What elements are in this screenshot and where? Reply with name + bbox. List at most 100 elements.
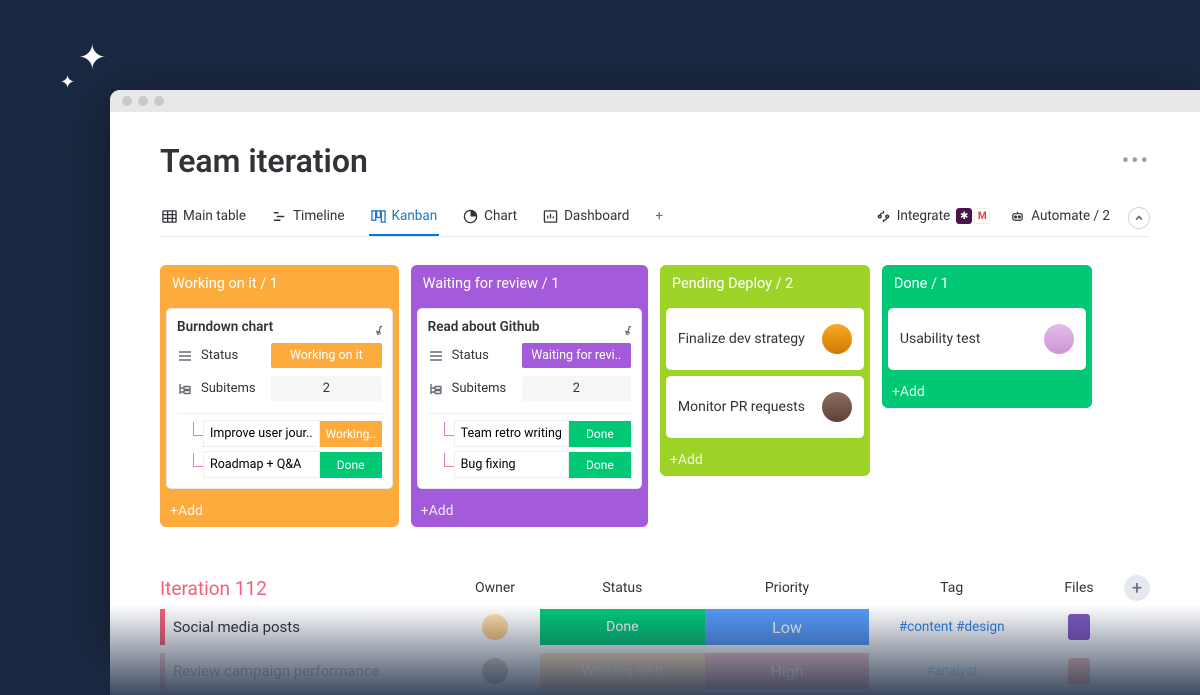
kanban-column-pending: Pending Deploy / 2 Finalize dev strategy… [660, 265, 870, 476]
card-title: Read about Github [428, 319, 540, 335]
window-titlebar [110, 90, 1200, 112]
avatar[interactable] [482, 614, 508, 640]
tree-line [444, 453, 454, 467]
column-header-status[interactable]: Status [540, 580, 705, 596]
subitems-icon [177, 381, 193, 397]
subitem-name: Improve user jour.. [203, 420, 320, 447]
tab-dashboard[interactable]: Dashboard [541, 200, 631, 236]
add-card-button[interactable]: +Add [411, 495, 648, 527]
more-options-button[interactable]: ••• [1122, 149, 1150, 174]
kanban-board: Working on it / 1 Burndown chart Status [160, 265, 1150, 527]
window-button[interactable] [138, 96, 148, 106]
subitems-count: 2 [522, 376, 631, 401]
tab-label: Kanban [392, 208, 438, 224]
column-header: Pending Deploy / 2 [660, 265, 870, 302]
status-pill[interactable]: Waiting for revi.. [522, 343, 631, 368]
kanban-card[interactable]: Burndown chart Status Working on it [166, 308, 393, 489]
tab-main-table[interactable]: Main table [160, 200, 248, 236]
view-tabs: Main table Timeline Kanban Chart [160, 200, 1150, 237]
card-title: Usability test [900, 331, 980, 347]
kanban-card[interactable]: Read about Github Status Waiting for rev… [417, 308, 642, 489]
app-window: Team iteration ••• Main table Timeline [110, 90, 1200, 695]
avatar[interactable] [482, 658, 508, 684]
status-icon [177, 348, 193, 364]
integration-avatars: ✱ M [956, 208, 990, 224]
kanban-card[interactable]: Finalize dev strategy [666, 308, 864, 370]
status-label: Status [201, 348, 263, 363]
priority-cell[interactable]: High [705, 653, 870, 689]
automate-button[interactable]: Automate / 2 [1008, 200, 1112, 236]
kanban-icon [371, 209, 386, 224]
dashboard-icon [543, 209, 558, 224]
sparkle-icon: ✦ [78, 38, 107, 78]
status-label: Status [452, 348, 514, 363]
integrate-icon [876, 209, 891, 224]
subitem-status: Done [569, 452, 631, 478]
status-cell[interactable]: Done [540, 609, 705, 645]
timeline-icon [272, 209, 287, 224]
column-header-tag[interactable]: Tag [869, 580, 1034, 596]
subitem-status: Done [569, 421, 631, 447]
chat-icon[interactable] [366, 319, 382, 335]
tag-cell[interactable]: #content #design [869, 609, 1034, 645]
tree-line [444, 422, 454, 436]
card-title: Monitor PR requests [678, 399, 805, 415]
page-title: Team iteration [160, 142, 368, 180]
group-title[interactable]: Iteration 112 [160, 577, 450, 600]
subitem-status: Working.. [320, 421, 382, 447]
subitem-row[interactable]: Team retro writing Done [444, 420, 631, 447]
robot-icon [1010, 209, 1025, 224]
table-row[interactable]: Social media posts Done Low #content #de… [160, 609, 1150, 645]
tree-line [193, 422, 203, 436]
add-view-button[interactable]: + [653, 200, 665, 236]
add-card-button[interactable]: +Add [160, 495, 399, 527]
status-icon [428, 348, 444, 364]
table-row[interactable]: Review campaign performance Working on i… [160, 653, 1150, 689]
tab-label: Main table [183, 208, 246, 224]
window-button[interactable] [122, 96, 132, 106]
priority-cell[interactable]: Low [705, 609, 870, 645]
avatar [822, 324, 852, 354]
subitem-name: Bug fixing [454, 451, 569, 478]
tree-line [193, 453, 203, 467]
kanban-column-waiting: Waiting for review / 1 Read about Github… [411, 265, 648, 527]
status-cell[interactable]: Working on it [540, 653, 705, 689]
tab-timeline[interactable]: Timeline [270, 200, 347, 236]
file-icon[interactable] [1068, 614, 1090, 640]
subitems-count: 2 [271, 376, 382, 401]
kanban-card[interactable]: Monitor PR requests [666, 376, 864, 438]
kanban-card[interactable]: Usability test [888, 308, 1086, 370]
file-icon[interactable] [1068, 658, 1090, 684]
column-header-files[interactable]: Files [1034, 580, 1124, 596]
tab-kanban[interactable]: Kanban [369, 200, 440, 236]
integrate-label: Integrate [897, 208, 951, 224]
tag-cell[interactable]: #analyst [869, 653, 1034, 689]
integrate-button[interactable]: Integrate ✱ M [874, 200, 993, 236]
avatar [1044, 324, 1074, 354]
avatar [822, 392, 852, 422]
add-card-button[interactable]: +Add [660, 444, 870, 476]
add-column-button[interactable]: + [1124, 575, 1150, 601]
kanban-column-working: Working on it / 1 Burndown chart Status [160, 265, 399, 527]
subitem-row[interactable]: Bug fixing Done [444, 451, 631, 478]
subitems-label: Subitems [452, 381, 514, 396]
tab-chart[interactable]: Chart [461, 200, 519, 236]
kanban-column-done: Done / 1 Usability test +Add [882, 265, 1092, 408]
subitems-label: Subitems [201, 381, 263, 396]
chat-icon[interactable] [615, 319, 631, 335]
tab-label: Dashboard [564, 208, 629, 224]
column-header-priority[interactable]: Priority [705, 580, 870, 596]
automate-label: Automate / 2 [1031, 208, 1110, 224]
card-title: Finalize dev strategy [678, 331, 805, 347]
column-header-owner[interactable]: Owner [450, 580, 540, 596]
window-button[interactable] [154, 96, 164, 106]
table-icon [162, 209, 177, 224]
subitem-row[interactable]: Improve user jour.. Working.. [193, 420, 382, 447]
subitem-status: Done [320, 452, 382, 478]
column-header: Waiting for review / 1 [411, 265, 648, 302]
status-pill[interactable]: Working on it [271, 343, 382, 368]
subitem-name: Roadmap + Q&A [203, 451, 320, 478]
collapse-toggle[interactable] [1128, 207, 1150, 229]
add-card-button[interactable]: +Add [882, 376, 1092, 408]
subitem-row[interactable]: Roadmap + Q&A Done [193, 451, 382, 478]
